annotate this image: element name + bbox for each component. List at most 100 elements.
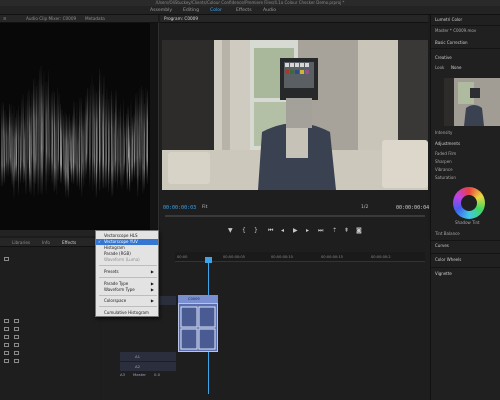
preset-icon[interactable]	[4, 343, 9, 347]
workspace-editing[interactable]: Editing	[183, 6, 199, 15]
video-clip-header[interactable]: C0009	[178, 295, 218, 303]
waveform-trace-line	[64, 111, 67, 198]
step-back-icon[interactable]: ◂	[281, 227, 284, 235]
track-header-a2[interactable]	[120, 362, 176, 371]
workspace-audio[interactable]: Audio	[263, 6, 276, 15]
export-frame-icon[interactable]: ◙	[356, 227, 362, 235]
waveform-trace-line	[127, 105, 130, 174]
mark-out-icon[interactable]: }	[254, 227, 258, 235]
waveform-trace-line	[56, 87, 58, 196]
section-curves[interactable]: Curves	[435, 243, 449, 248]
scope-scale	[150, 23, 159, 230]
video-scene	[162, 40, 428, 190]
preset-icon[interactable]	[14, 327, 19, 331]
vibrance-label: Vibrance	[435, 167, 453, 172]
timeline-ruler[interactable]: 00:00 00:00:00:05 00:00:00:10 00:00:00:1…	[175, 252, 425, 262]
lumetri-panel: Lumetri Color Master * C0009.mov Basic C…	[430, 15, 500, 400]
extract-icon[interactable]: ⇞	[344, 227, 349, 235]
tab-info[interactable]: Info	[42, 239, 50, 247]
preset-icon[interactable]	[14, 335, 19, 339]
lumetri-tab[interactable]: Lumetri Color	[435, 17, 462, 22]
preset-icon[interactable]	[4, 257, 9, 261]
preset-icon[interactable]	[4, 335, 9, 339]
effects-panel-tabs: Libraries Info Effects	[0, 238, 100, 247]
play-icon[interactable]: ▶	[293, 227, 298, 235]
section-color-wheels[interactable]: Color Wheels	[435, 257, 461, 262]
section-creative[interactable]: Creative	[435, 55, 452, 60]
mark-in-icon[interactable]: {	[242, 227, 246, 235]
tab-libraries[interactable]: Libraries	[12, 239, 30, 247]
look-preview-thumbnail[interactable]	[444, 78, 500, 126]
lumetri-scope-display[interactable]	[0, 23, 150, 230]
waveform-trace-line	[96, 89, 99, 184]
tab-lumetri-scopes[interactable]: ≡	[3, 15, 7, 23]
preset-icon[interactable]	[4, 359, 9, 363]
waveform-trace-line	[77, 123, 79, 186]
lift-icon[interactable]: ⇡	[332, 227, 337, 235]
preset-icon[interactable]	[4, 319, 9, 323]
step-forward-icon[interactable]: ▸	[306, 227, 309, 235]
menu-item-presets[interactable]: Presets ▶	[96, 269, 158, 275]
ruler-label: 00:00:00:10	[271, 255, 293, 259]
preset-icon[interactable]	[14, 351, 19, 355]
menu-item-waveform-type[interactable]: Waveform Type ▶	[96, 287, 158, 293]
waveform-trace-line	[138, 88, 141, 177]
waveform-trace-line	[88, 88, 91, 187]
waveform-trace-line	[70, 120, 73, 183]
track-label-a1: A1	[135, 354, 141, 359]
go-to-in-icon[interactable]: ⏮	[268, 227, 273, 235]
waveform-trace-line	[93, 88, 96, 186]
section-vignette[interactable]: Vignette	[435, 271, 452, 276]
tab-program[interactable]: Program: C0009	[164, 15, 198, 23]
waveform-trace-line	[9, 103, 11, 175]
saturation-label: Saturation	[435, 175, 456, 180]
preset-icon[interactable]	[14, 343, 19, 347]
waveform-trace-line	[108, 95, 111, 183]
waveform-trace-line	[83, 110, 85, 188]
waveform-trace-line	[19, 115, 22, 184]
playback-resolution-select[interactable]: 1/2	[361, 205, 368, 210]
preset-icon[interactable]	[4, 351, 9, 355]
lumetri-master-clip[interactable]: Master * C0009.mov	[435, 28, 476, 33]
video-frame	[162, 40, 428, 190]
waveform-trace-line	[145, 88, 148, 180]
preset-icon[interactable]	[14, 319, 19, 323]
menu-item-cumulative-histogram[interactable]: Cumulative Histogram	[96, 310, 158, 316]
tab-metadata[interactable]: Metadata	[85, 15, 105, 23]
look-select[interactable]: None	[451, 65, 461, 70]
zoom-fit-select[interactable]: Fit	[202, 205, 207, 210]
tab-audio-clip-mixer[interactable]: Audio Clip Mixer: C0009	[26, 15, 76, 23]
current-timecode[interactable]: 00:00:00:03	[163, 205, 196, 211]
scope-tabs: ≡ Audio Clip Mixer: C0009 Metadata	[0, 15, 158, 23]
waveform-trace-line	[105, 88, 108, 188]
waveform-trace-line	[33, 78, 36, 197]
menu-item-colorspace[interactable]: Colorspace ▶	[96, 298, 158, 304]
master-level-value[interactable]: 0.0	[154, 372, 160, 377]
section-adjustments[interactable]: Adjustments	[435, 141, 460, 146]
tab-effects[interactable]: Effects	[62, 239, 76, 247]
waveform-trace-line	[45, 82, 47, 194]
waveform-trace-line	[126, 113, 128, 190]
waveform-trace-line	[86, 87, 88, 174]
workspace-assembly[interactable]: Assembly	[150, 6, 172, 15]
program-tabs: Program: C0009	[160, 15, 428, 23]
ruler-label: 00:00:00:2	[371, 255, 391, 259]
go-to-out-icon[interactable]: ⏭	[318, 227, 323, 235]
waveform-trace-line	[69, 114, 71, 175]
effects-panel	[0, 247, 100, 400]
marker-icon[interactable]: ▼	[228, 227, 233, 235]
preset-icon[interactable]	[4, 327, 9, 331]
track-label-master: Master	[133, 372, 146, 377]
preset-icon[interactable]	[14, 359, 19, 363]
waveform-trace-line	[15, 110, 18, 182]
video-clip[interactable]	[178, 303, 218, 352]
waveform-trace-line	[51, 90, 54, 184]
track-header-a1[interactable]	[120, 352, 176, 361]
menu-item-waveform-luma: Waveform (Luma)	[104, 257, 140, 262]
program-scrub-bar[interactable]	[165, 215, 425, 217]
waveform-trace-line	[39, 69, 41, 193]
track-label-a3: A3	[120, 372, 126, 377]
workspace-effects[interactable]: Effects	[236, 6, 252, 15]
workspace-color[interactable]: Color	[210, 6, 222, 15]
section-basic-correction[interactable]: Basic Correction	[435, 40, 468, 45]
